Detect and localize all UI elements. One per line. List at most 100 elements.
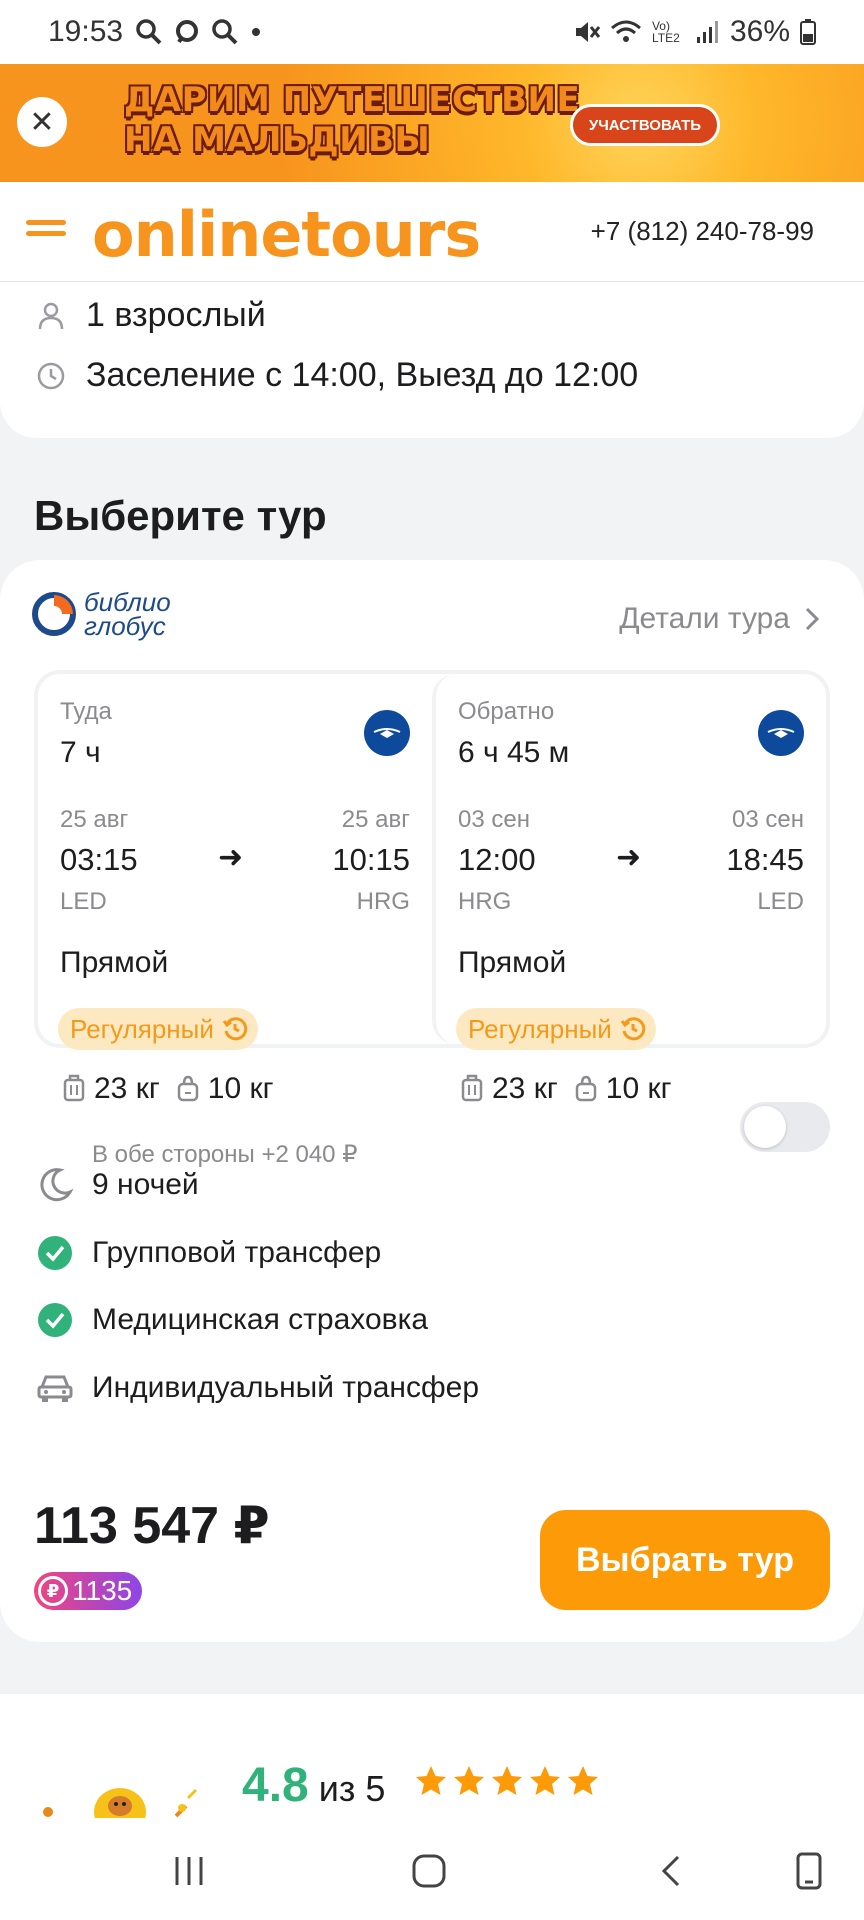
status-time: 19:53	[48, 15, 124, 48]
phone-icon	[796, 1852, 822, 1890]
flight-direction: Туда	[60, 698, 112, 725]
rating-value: 4.8	[242, 1759, 309, 1812]
star-icon	[492, 1766, 522, 1795]
flight-duration: 7 ч	[60, 736, 101, 769]
aeroflot-icon	[767, 728, 795, 738]
chevron-right-icon	[805, 607, 820, 631]
system-nav-bar	[0, 1818, 864, 1920]
operator-name-2: глобус	[84, 611, 166, 641]
transfer-row: Групповой трансфер	[34, 1232, 381, 1274]
moon-icon	[34, 1164, 76, 1206]
tour-price: 113 547 ₽	[34, 1497, 270, 1555]
choose-tour-button[interactable]: Выбрать тур	[540, 1510, 830, 1610]
arrow-icon: ➜	[615, 841, 642, 874]
individual-transfer-text: Индивидуальный трансфер	[92, 1371, 480, 1404]
phone-link[interactable]: +7 (812) 240-78-99	[591, 216, 814, 247]
regular-badge: Регулярный	[455, 1008, 656, 1050]
history-icon	[620, 1017, 646, 1041]
checkin-row: Заселение с 14:00, Выезд до 12:00	[34, 356, 638, 395]
departure-airport: HRG	[457, 888, 512, 915]
menu-icon	[26, 220, 66, 225]
logo[interactable]: onlinetours	[92, 198, 481, 271]
signal-icon	[696, 21, 718, 43]
departure-airport: LED	[60, 888, 107, 915]
baggage-info: 23 кг 10 кг	[62, 1072, 274, 1106]
check-icon	[34, 1232, 76, 1274]
insurance-text: Медицинская страховка	[92, 1303, 429, 1336]
search-icon	[212, 19, 238, 45]
toggle-knob	[744, 1106, 786, 1148]
insurance-row: Медицинская страховка	[34, 1299, 428, 1341]
individual-transfer-toggle[interactable]	[740, 1102, 830, 1152]
back-button[interactable]	[646, 1848, 696, 1894]
participate-button[interactable]: УЧАСТВОВАТЬ	[570, 104, 720, 146]
promo-line-2: НА МАЛЬДИВЫ	[124, 120, 431, 160]
arrow-icon: ➜	[218, 841, 244, 874]
hand-luggage-weight: 10 кг	[605, 1072, 672, 1105]
departure-date: 03 сен	[457, 806, 530, 833]
recent-apps-icon	[175, 1857, 203, 1885]
mute-icon	[575, 22, 600, 42]
airline-logo	[758, 710, 804, 756]
arrival-date: 25 авг	[341, 806, 410, 833]
home-icon	[412, 1854, 446, 1888]
star-icon	[530, 1766, 560, 1795]
back-icon	[661, 1855, 680, 1887]
rating-card	[0, 1694, 864, 1818]
promo-line-1: ДАРИМ ПУТЕШЕСТВИЕ	[124, 80, 581, 120]
hand-luggage-weight: 10 кг	[207, 1072, 274, 1105]
rating: 4.8 из 5	[242, 1758, 385, 1813]
wifi-icon	[610, 20, 641, 42]
tour-details-link[interactable]: Детали тура	[619, 602, 820, 636]
flight-type: Прямой	[457, 946, 567, 979]
hotel-info-card: 1 взрослый Заселение с 14:00, Выезд до 1…	[0, 282, 864, 438]
transfer-text: Групповой трансфер	[92, 1236, 382, 1269]
nights-text: 9 ночей	[92, 1168, 199, 1201]
status-bar: 19:53 Vo) LTE2 36%	[0, 0, 864, 64]
rating-scale: из 5	[318, 1768, 386, 1809]
baggage-weight: 23 кг	[94, 1072, 160, 1105]
screenshot-button[interactable]	[784, 1848, 834, 1894]
handbag-icon	[574, 1074, 598, 1104]
star-icon	[416, 1766, 446, 1795]
flight-outbound[interactable]: Туда 7 ч 25 авг 25 авг 03:15 ➜ 10:15 LED…	[38, 674, 432, 1105]
site-header: onlinetours +7 (812) 240-78-99	[0, 182, 864, 282]
nights-row: 9 ночей	[34, 1164, 199, 1206]
promo-text: ДАРИМ ПУТЕШЕСТВИЕ НА МАЛЬДИВЫ	[124, 80, 580, 160]
check-icon	[34, 1299, 76, 1341]
arrival-time: 18:45	[726, 842, 804, 877]
arrival-airport: LED	[757, 888, 804, 915]
close-icon: ✕	[29, 105, 55, 139]
menu-button[interactable]	[26, 220, 66, 246]
section-title: Выберите тур	[34, 492, 327, 539]
baggage-info: 23 кг 10 кг	[460, 1072, 672, 1106]
car-icon	[34, 1367, 76, 1409]
flights-block: Туда 7 ч 25 авг 25 авг 03:15 ➜ 10:15 LED…	[34, 670, 830, 1105]
battery-percent: 36%	[729, 15, 790, 48]
bonus-badge: ₽ 1135	[34, 1572, 143, 1610]
aeroflot-icon	[373, 728, 401, 738]
network-label: Vo) LTE2	[651, 19, 680, 45]
arrival-time: 10:15	[332, 842, 410, 877]
suitcase-icon	[62, 1074, 86, 1104]
mascot-image	[36, 1778, 226, 1818]
menu-icon-line	[26, 231, 66, 236]
search-icon	[136, 19, 162, 45]
tour-card: библио глобус Детали тура Туда 7 ч 25 ав…	[0, 560, 864, 1642]
promo-banner[interactable]: ✕ ДАРИМ ПУТЕШЕСТВИЕ НА МАЛЬДИВЫ УЧАСТВОВ…	[0, 64, 864, 182]
recent-apps-button[interactable]	[164, 1848, 214, 1894]
battery-icon	[800, 19, 816, 45]
flight-duration: 6 ч 45 м	[457, 736, 570, 769]
individual-transfer-price: В обе стороны +2 040 ₽	[92, 1141, 358, 1168]
star-icon	[568, 1766, 598, 1795]
flight-type: Прямой	[60, 946, 169, 979]
guests-text: 1 взрослый	[86, 296, 266, 334]
bonus-value: 1135	[72, 1575, 133, 1606]
regular-badge-label: Регулярный	[70, 1013, 214, 1044]
chat-icon	[176, 20, 199, 44]
tour-details-label: Детали тура	[619, 602, 790, 635]
close-banner-button[interactable]: ✕	[17, 97, 67, 147]
flight-return[interactable]: Обратно 6 ч 45 м 03 сен 03 сен 12:00 ➜ 1…	[431, 674, 826, 1105]
regular-badge-label: Регулярный	[467, 1013, 612, 1044]
home-button[interactable]	[404, 1848, 454, 1894]
